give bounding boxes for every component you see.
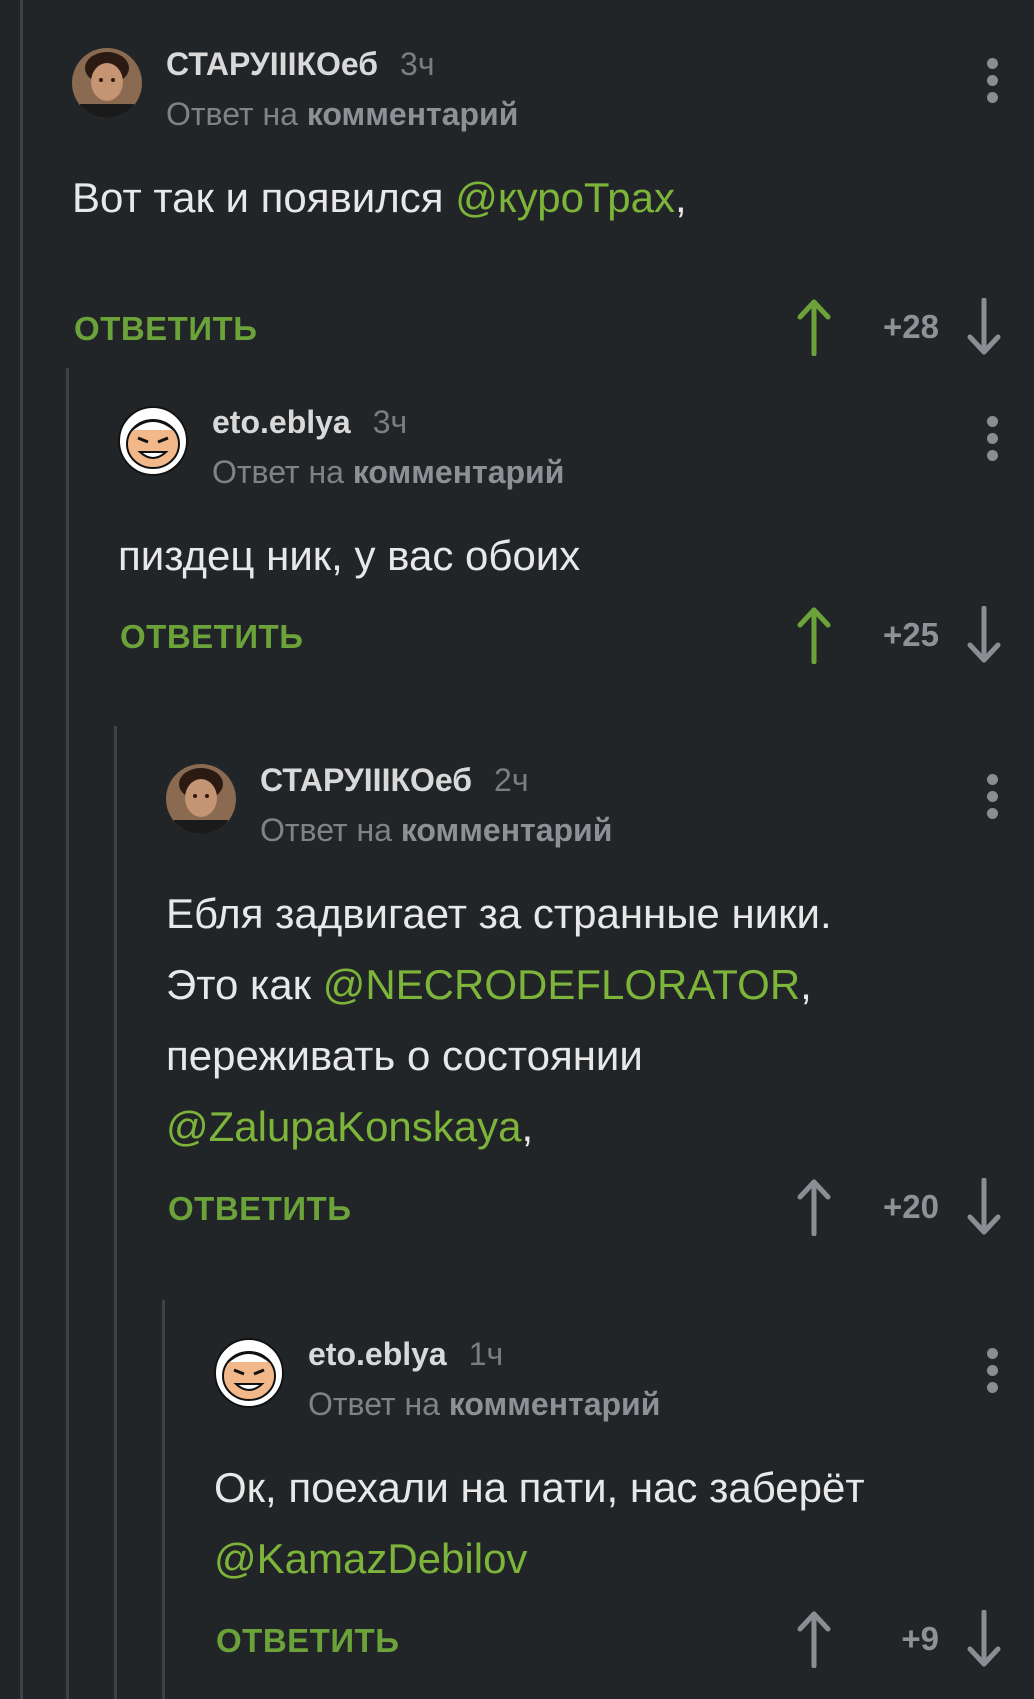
comment-text-segment: , [521,1103,534,1150]
comment-text-segment: Ок, поехали на пати, нас заберёт [214,1464,865,1511]
comment-time: 3ч [400,46,435,82]
user-mention-link[interactable]: @KamazDebilov [214,1535,527,1582]
comment-text-line: Ок, поехали на пати, нас заберёт [214,1452,865,1523]
reply-button[interactable]: ОТВЕТИТЬ [168,1190,351,1228]
comment-text-segment: Это как [166,961,323,1008]
user-photo-avatar-icon [166,764,236,834]
author-name[interactable]: СТАРУIIIКОеб 3ч [166,46,434,83]
cartoon-face-avatar-icon [118,406,188,476]
user-mention-link[interactable]: @NECRODEFLORATOR [323,961,800,1008]
comment-text-line: пиздец ник, у вас обоих [118,520,580,591]
reply-button[interactable]: ОТВЕТИТЬ [216,1622,399,1660]
comment-time: 1ч [468,1336,504,1372]
author-name-text: СТАРУIIIКОеб [166,46,379,82]
avatar[interactable] [118,406,188,476]
avatar[interactable] [166,764,236,834]
rating-score: +9 [901,1620,939,1657]
comment-text: Ебля задвигает за странные ники. Это как … [166,878,832,1162]
user-mention-link[interactable]: @куроТрах [455,174,675,221]
reply-button[interactable]: ОТВЕТИТЬ [120,618,303,656]
upvote-arrow-icon[interactable] [794,298,834,356]
comment-text-segment: , [674,174,687,221]
reply-to: Ответ на комментарий [260,812,612,849]
comment: СТАРУIIIКОеб 3ч Ответ на комментарий Вот … [72,46,1034,356]
comment-text-segment: Вот так и появился [72,174,456,221]
author-name-text: eto.eblya [212,404,351,440]
downvote-arrow-icon[interactable] [964,606,1004,664]
comment-text: Вот так и появился @куроТрах, [72,162,687,233]
rating-score: +25 [883,616,939,653]
reply-prefix: Ответ на [260,812,392,848]
reply-to: Ответ на комментарий [166,96,518,133]
reply-target-link[interactable]: комментарий [449,1386,661,1422]
author-name[interactable]: eto.eblya 3ч [212,404,407,441]
reply-prefix: Ответ на [166,96,298,132]
avatar[interactable] [72,48,142,118]
downvote-arrow-icon[interactable] [964,298,1004,356]
comment-text-segment: Ебля задвигает за странные ники. [166,890,832,937]
vote-controls: +9 [794,1610,1004,1670]
more-vertical-icon[interactable] [984,58,1000,108]
reply-target-link[interactable]: комментарий [401,812,613,848]
more-vertical-icon[interactable] [984,1348,1000,1398]
reply-to: Ответ на комментарий [308,1386,660,1423]
more-vertical-icon[interactable] [984,416,1000,466]
reply-target-link[interactable]: комментарий [307,96,519,132]
comment-text: Ок, поехали на пати, нас заберёт @KamazDe… [214,1452,865,1594]
vote-controls: +20 [794,1178,1004,1238]
reply-prefix: Ответ на [308,1386,440,1422]
comment-text-line: Это как @NECRODEFLORATOR, [166,949,832,1020]
thread-line [66,368,69,1699]
comment-text-line: Ебля задвигает за странные ники. [166,878,832,949]
comment-text: пиздец ник, у вас обоих [118,520,580,591]
cartoon-face-avatar-icon [214,1338,284,1408]
author-name-text: СТАРУIIIКОеб [260,762,473,798]
thread-line [114,726,117,1699]
comment-time: 2ч [494,762,529,798]
comment-text-line: Вот так и появился @куроТрах, [72,162,687,233]
author-name[interactable]: eto.eblya 1ч [308,1336,503,1373]
author-name[interactable]: СТАРУIIIКОеб 2ч [260,762,528,799]
downvote-arrow-icon[interactable] [964,1610,1004,1668]
comment-text-segment: пиздец ник, у вас обоих [118,532,581,579]
reply-button[interactable]: ОТВЕТИТЬ [74,310,257,348]
comment-text-line: переживать о состоянии [166,1020,832,1091]
thread-line [20,0,23,1699]
upvote-arrow-icon[interactable] [794,606,834,664]
rating-score: +28 [883,308,939,345]
user-photo-avatar-icon [72,48,142,118]
comment-text-line: @KamazDebilov [214,1523,865,1594]
reply-target-link[interactable]: комментарий [353,454,565,490]
user-mention-link[interactable]: @ZalupaKonskaya [166,1103,522,1150]
upvote-arrow-icon[interactable] [794,1610,834,1668]
reply-prefix: Ответ на [212,454,344,490]
more-vertical-icon[interactable] [984,774,1000,824]
avatar[interactable] [214,1338,284,1408]
comment-time: 3ч [372,404,408,440]
downvote-arrow-icon[interactable] [964,1178,1004,1236]
vote-controls: +25 [794,606,1004,666]
rating-score: +20 [883,1188,939,1225]
vote-controls: +28 [794,298,1004,358]
comment-text-segment: , [800,961,812,1008]
comment-text-line: @ZalupaKonskaya, [166,1091,832,1162]
reply-to: Ответ на комментарий [212,454,564,491]
upvote-arrow-icon[interactable] [794,1178,834,1236]
thread-line [162,1300,165,1699]
comment-text-segment: переживать о состоянии [166,1032,643,1079]
author-name-text: eto.eblya [308,1336,447,1372]
